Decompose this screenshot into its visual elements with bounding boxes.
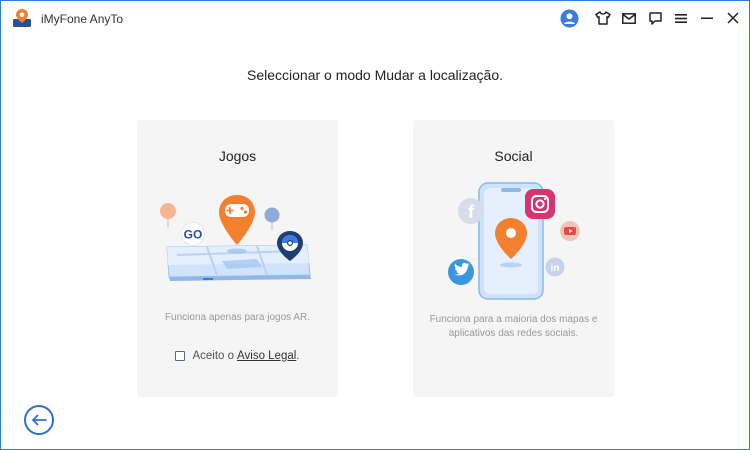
games-mode-card[interactable]: Jogos GO Funciona apenas para jogos AR. … [137, 120, 338, 397]
minimize-icon [701, 17, 713, 19]
agree-prefix-text: Aceito o [192, 350, 235, 362]
feedback-button[interactable] [643, 5, 667, 31]
social-card-description: Funciona para a maioria dos mapas e apli… [429, 314, 598, 339]
title-bar: iMyFone AnyTo [1, 1, 749, 35]
games-card-description: Funciona apenas para jogos AR. [164, 312, 311, 323]
twitter-icon [448, 259, 474, 285]
page-heading: Seleccionar o modo Mudar a localização. [246, 67, 504, 83]
floating-dot-orange [160, 203, 176, 219]
agree-checkbox[interactable] [175, 351, 186, 361]
back-button[interactable] [24, 405, 54, 435]
close-button[interactable] [721, 5, 745, 31]
facebook-icon: f [458, 198, 484, 224]
mail-icon [622, 12, 636, 24]
go-badge: GO [181, 222, 205, 246]
mail-button[interactable] [617, 5, 641, 31]
shop-button[interactable] [591, 5, 615, 31]
instagram-icon [525, 189, 555, 219]
user-icon [560, 9, 578, 27]
linkedin-icon: in [545, 257, 565, 277]
menu-icon [675, 13, 687, 23]
feedback-icon [648, 11, 662, 25]
app-logo-icon [13, 9, 31, 27]
menu-button[interactable] [669, 5, 693, 31]
svg-text:GO: GO [184, 228, 203, 242]
app-title: iMyFone AnyTo [41, 12, 124, 26]
user-account-button[interactable] [557, 5, 581, 31]
app-window: iMyFone AnyTo Seleccionar o modo Mudar a… [0, 0, 750, 450]
minimize-button[interactable] [695, 5, 719, 31]
social-mode-card[interactable]: Social f in Funciona para a maioria dos … [413, 120, 614, 397]
legal-notice-link[interactable]: Aviso Legal [237, 350, 296, 362]
floating-dot-blue [264, 207, 280, 223]
tshirt-icon [595, 11, 611, 25]
legal-agreement: Aceito o Aviso Legal . [137, 350, 338, 362]
games-illustration: GO [160, 195, 311, 281]
title-bar-actions [555, 5, 745, 31]
close-icon [727, 12, 739, 24]
arrow-left-icon [32, 414, 47, 426]
social-card-title: Social [494, 148, 533, 164]
game-controller-pin [219, 195, 255, 254]
svg-text:f: f [468, 202, 475, 222]
social-illustration: f in [448, 182, 580, 300]
youtube-icon [560, 221, 580, 241]
games-card-title: Jogos [218, 148, 257, 164]
svg-text:in: in [551, 263, 560, 274]
agree-suffix-text: . [296, 350, 300, 362]
